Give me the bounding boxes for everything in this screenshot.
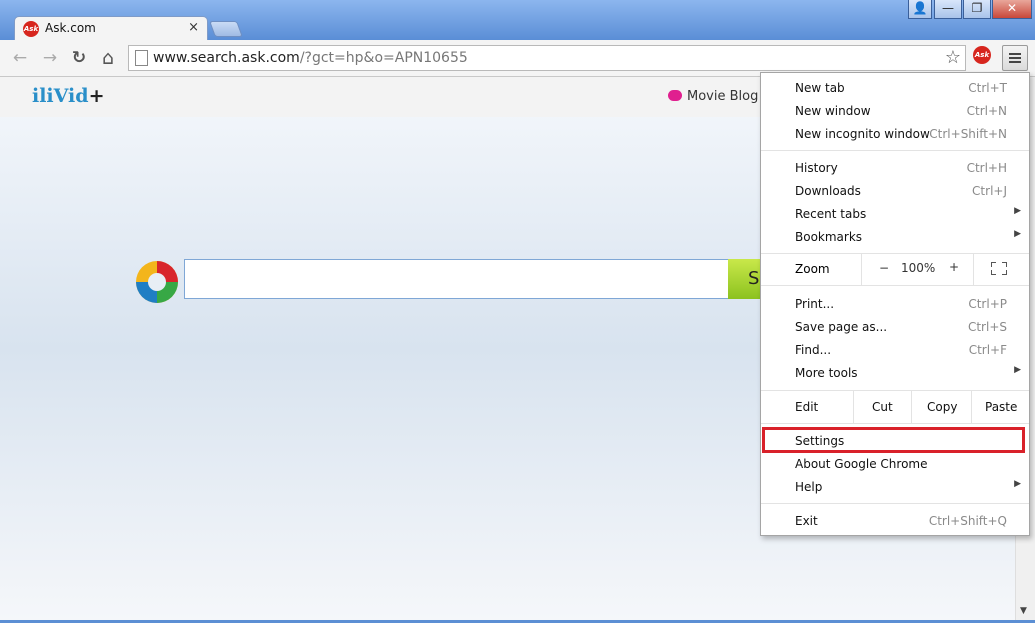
- menu-item-downloads[interactable]: Downloads Ctrl+J: [761, 180, 1029, 202]
- new-tab-button[interactable]: [209, 21, 243, 37]
- movie-blog-link[interactable]: Movie Blog: [668, 89, 758, 104]
- edit-row: Edit Cut Copy Paste: [761, 391, 1029, 423]
- submenu-arrow-icon: ▶: [1014, 365, 1021, 375]
- forward-arrow-icon[interactable]: →: [40, 48, 60, 68]
- tab-title: Ask.com: [45, 21, 96, 35]
- ask-favicon-icon: Ask: [23, 21, 39, 37]
- close-window-button[interactable]: ✕: [992, 0, 1032, 19]
- bookmark-star-icon[interactable]: ☆: [945, 47, 961, 68]
- paste-button[interactable]: Paste: [985, 400, 1017, 414]
- tab-close-icon[interactable]: ×: [188, 20, 199, 35]
- menu-item-more-tools[interactable]: More tools ▶: [761, 362, 1029, 384]
- fullscreen-icon[interactable]: [991, 262, 1007, 275]
- menu-item-history[interactable]: History Ctrl+H: [761, 157, 1029, 179]
- menu-item-new-tab[interactable]: New tab Ctrl+T: [761, 77, 1029, 99]
- tab-ask[interactable]: Ask Ask.com ×: [14, 16, 208, 41]
- reload-icon[interactable]: ↻: [69, 48, 89, 68]
- back-arrow-icon[interactable]: ←: [10, 48, 30, 68]
- speech-bubble-icon: [668, 90, 682, 101]
- menu-item-new-window[interactable]: New window Ctrl+N: [761, 100, 1029, 122]
- menu-item-print[interactable]: Print... Ctrl+P: [761, 293, 1029, 315]
- menu-item-bookmarks[interactable]: Bookmarks ▶: [761, 226, 1029, 248]
- menu-item-recent-tabs[interactable]: Recent tabs ▶: [761, 203, 1029, 225]
- zoom-level: 100%: [901, 261, 936, 275]
- menu-item-about-google-chrome[interactable]: About Google Chrome: [761, 453, 1029, 475]
- ilivid-logo[interactable]: iliVid+: [32, 85, 105, 107]
- zoom-row: Zoom − 100% +: [761, 253, 1029, 285]
- edit-label: Edit: [795, 400, 819, 414]
- ask-extension-icon[interactable]: Ask: [973, 46, 991, 64]
- zoom-out-button[interactable]: −: [879, 261, 889, 275]
- submenu-arrow-icon: ▶: [1014, 206, 1021, 216]
- minimize-button[interactable]: —: [934, 0, 962, 19]
- chrome-menu: New tab Ctrl+T New window Ctrl+N New incog…: [760, 72, 1030, 536]
- scroll-down-arrow-icon[interactable]: ▼: [1020, 606, 1027, 616]
- home-icon[interactable]: ⌂: [98, 48, 118, 68]
- menu-item-exit[interactable]: Exit Ctrl+Shift+Q: [761, 510, 1029, 532]
- settings-highlight-box: [762, 427, 1025, 453]
- submenu-arrow-icon: ▶: [1014, 479, 1021, 489]
- cut-button[interactable]: Cut: [872, 400, 893, 414]
- menu-item-save-page-as[interactable]: Save page as... Ctrl+S: [761, 316, 1029, 338]
- search-input[interactable]: [184, 259, 730, 299]
- search-brand-logo: [136, 261, 178, 303]
- page-icon: [135, 50, 148, 66]
- zoom-in-button[interactable]: +: [949, 260, 959, 274]
- address-bar[interactable]: www.search.ask.com/?gct=hp&o=APN10655 ☆: [128, 45, 966, 71]
- copy-button[interactable]: Copy: [927, 400, 957, 414]
- menu-item-new-incognito-window[interactable]: New incognito window Ctrl+Shift+N: [761, 123, 1029, 145]
- zoom-label: Zoom: [795, 262, 830, 276]
- profile-icon[interactable]: 👤: [908, 0, 932, 19]
- menu-item-find[interactable]: Find... Ctrl+F: [761, 339, 1029, 361]
- menu-item-help[interactable]: Help ▶: [761, 476, 1029, 498]
- chrome-menu-button[interactable]: [1002, 45, 1028, 71]
- url-text[interactable]: www.search.ask.com/?gct=hp&o=APN10655: [153, 50, 468, 66]
- submenu-arrow-icon: ▶: [1014, 229, 1021, 239]
- maximize-button[interactable]: ❐: [963, 0, 991, 19]
- search-button[interactable]: S: [728, 259, 760, 299]
